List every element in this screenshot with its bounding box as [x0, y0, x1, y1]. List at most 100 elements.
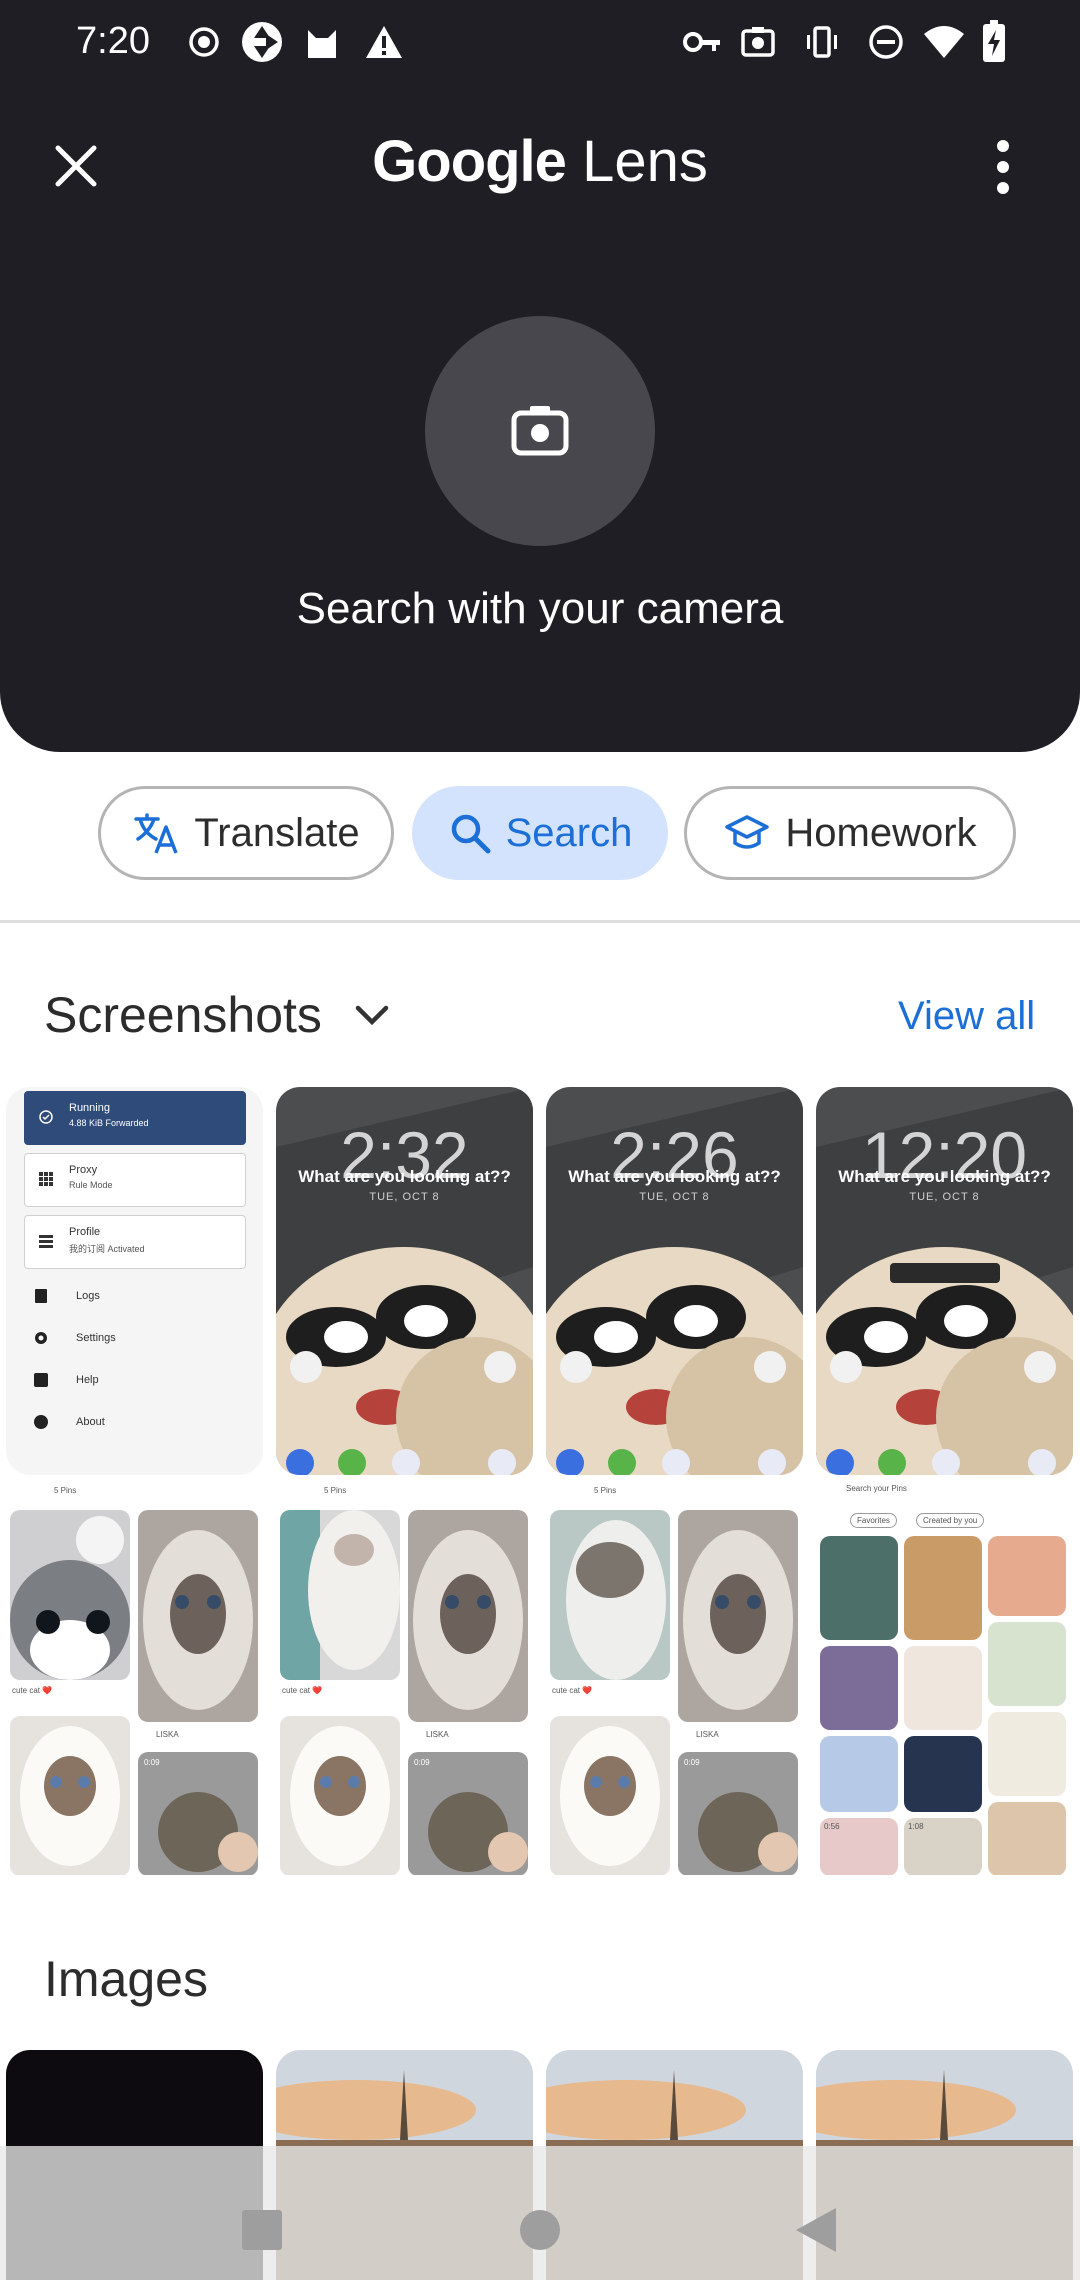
anime-art-thumbnail: [988, 1712, 1066, 1796]
lock-date: TUE, OCT 8: [639, 1191, 710, 1203]
clip-time: 0:56: [824, 1822, 840, 1831]
screenshot-thumbnail[interactable]: 5 Pins cute cat ❤️ LISKA 0:09: [6, 1480, 263, 1875]
screenshot-thumbnail[interactable]: 2:32 What are you looking at?? TUE, OCT …: [276, 1087, 533, 1475]
vpn-menu-settings-label: Settings: [76, 1332, 116, 1344]
vpn-profile-card: Profile 我的订阅 Activated: [24, 1215, 246, 1269]
vibrate-icon: [804, 24, 840, 60]
anime-art-thumbnail: [820, 1536, 898, 1640]
info-icon: [34, 1415, 48, 1429]
video-duration: 0:09: [684, 1758, 700, 1767]
vpn-menu-about-label: About: [76, 1416, 105, 1428]
pin-user: LISKA: [426, 1730, 449, 1739]
cat-app-icon: [304, 24, 340, 60]
pins-search-field: Search your Pins: [846, 1484, 907, 1493]
gear-icon: [34, 1331, 48, 1345]
cat-photo: [10, 1510, 130, 1680]
record-icon: [186, 24, 222, 60]
clip-thumbnail: 0:56: [820, 1818, 898, 1875]
logs-icon: [34, 1289, 48, 1303]
cat-photo: [138, 1510, 258, 1722]
status-bar: 7:20: [0, 0, 1080, 90]
kitten-video: 0:09: [408, 1752, 528, 1875]
clip-time: 1:08: [908, 1822, 924, 1831]
translate-chip[interactable]: Translate: [98, 786, 394, 880]
vpn-running-sub: 4.88 KiB Forwarded: [69, 1118, 149, 1128]
home-circle-icon[interactable]: [520, 2210, 560, 2255]
screenshot-thumbnail[interactable]: Search your Pins Favorites Created by yo…: [816, 1480, 1073, 1875]
vpn-running-title: Running: [69, 1102, 110, 1114]
screenshot-icon: [740, 24, 776, 60]
cat-photo: [280, 1716, 400, 1875]
list-icon: [39, 1234, 53, 1248]
images-title: Images: [44, 1951, 208, 2007]
cat-photo: [10, 1716, 130, 1875]
pins-count: 5 Pins: [324, 1486, 347, 1495]
search-chip[interactable]: Search: [412, 786, 668, 880]
anime-art-thumbnail: [904, 1646, 982, 1730]
pin-caption: cute cat ❤️: [282, 1686, 323, 1695]
status-time: 7:20: [76, 20, 150, 62]
check-circle-icon: [39, 1110, 53, 1124]
vpn-profile-sub: 我的订阅 Activated: [69, 1244, 145, 1254]
cat-photo: [408, 1510, 528, 1722]
screenshot-thumbnail[interactable]: 5 Pins cute cat ❤️ LISKA 0:09: [276, 1480, 533, 1875]
screenshot-thumbnail[interactable]: 5 Pins cute cat ❤️ LISKA 0:09: [546, 1480, 803, 1875]
title-lens: Lens: [582, 129, 708, 194]
more-vert-icon[interactable]: [976, 132, 1030, 202]
cat-photo: [678, 1510, 798, 1722]
pin-user: LISKA: [156, 1730, 179, 1739]
cat-photo: [550, 1716, 670, 1875]
divider: [0, 920, 1080, 923]
camera-caption: Search with your camera: [296, 584, 784, 633]
anime-art-thumbnail: [904, 1736, 982, 1812]
back-triangle-icon[interactable]: [796, 2208, 836, 2257]
vpn-menu-help-label: Help: [76, 1374, 99, 1386]
translate-label: Translate: [194, 810, 360, 855]
screenshot-thumbnail[interactable]: 12:20 What are you looking at?? TUE, OCT…: [816, 1087, 1073, 1475]
graduation-cap-icon: [725, 815, 770, 849]
homework-label: Homework: [785, 810, 977, 855]
grid-icon: [39, 1172, 53, 1186]
help-icon: [34, 1373, 48, 1387]
view-all-link[interactable]: View all: [898, 994, 1035, 1039]
chevron-down-icon[interactable]: [352, 998, 392, 1039]
screenshots-title[interactable]: Screenshots: [44, 986, 322, 1044]
anime-art-thumbnail: [988, 1622, 1066, 1706]
mode-chips: Translate Search Homework: [0, 786, 1080, 884]
recents-square-icon[interactable]: [242, 2210, 282, 2255]
search-label: Search: [505, 810, 633, 855]
lock-message: What are you looking at??: [298, 1167, 511, 1186]
pin-caption: cute cat ❤️: [12, 1686, 53, 1695]
vpn-running-card: Running 4.88 KiB Forwarded: [24, 1091, 246, 1145]
screenshot-thumbnail[interactable]: 2:26 What are you looking at?? TUE, OCT …: [546, 1087, 803, 1475]
wifi-icon: [922, 24, 966, 60]
vpn-profile-title: Profile: [69, 1226, 101, 1238]
anime-art-thumbnail: [988, 1536, 1066, 1616]
kitten-video: 0:09: [678, 1752, 798, 1875]
video-duration: 0:09: [144, 1758, 160, 1767]
anime-art-thumbnail: [904, 1536, 982, 1640]
camera-search-button[interactable]: [425, 316, 655, 546]
warning-icon: [364, 24, 404, 60]
lock-message: What are you looking at??: [838, 1167, 1051, 1186]
vpn-proxy-sub: Rule Mode: [69, 1180, 113, 1190]
homework-chip[interactable]: Homework: [684, 786, 1016, 880]
battery-charging-icon: [982, 20, 1006, 62]
pin-caption: cute cat ❤️: [552, 1686, 593, 1695]
anime-art-thumbnail: [820, 1646, 898, 1730]
cat-photo: [550, 1510, 670, 1680]
camera-icon: [511, 406, 569, 456]
video-duration: 0:09: [414, 1758, 430, 1767]
kitten-video: 0:09: [138, 1752, 258, 1875]
key-icon: [682, 24, 722, 60]
translate-icon: [134, 813, 178, 854]
title-google: Google: [372, 129, 567, 194]
created-filter: Created by you: [916, 1513, 985, 1528]
lock-message: What are you looking at??: [568, 1167, 781, 1186]
vpn-menu-logs-label: Logs: [76, 1290, 100, 1302]
screenshot-thumbnail[interactable]: Running 4.88 KiB Forwarded Proxy Rule Mo…: [6, 1087, 263, 1475]
app-title: Google Lens: [0, 128, 1080, 195]
clip-thumbnail: 1:08: [904, 1818, 982, 1875]
vpn-proxy-title: Proxy: [69, 1164, 98, 1176]
anime-art-thumbnail: [820, 1736, 898, 1812]
